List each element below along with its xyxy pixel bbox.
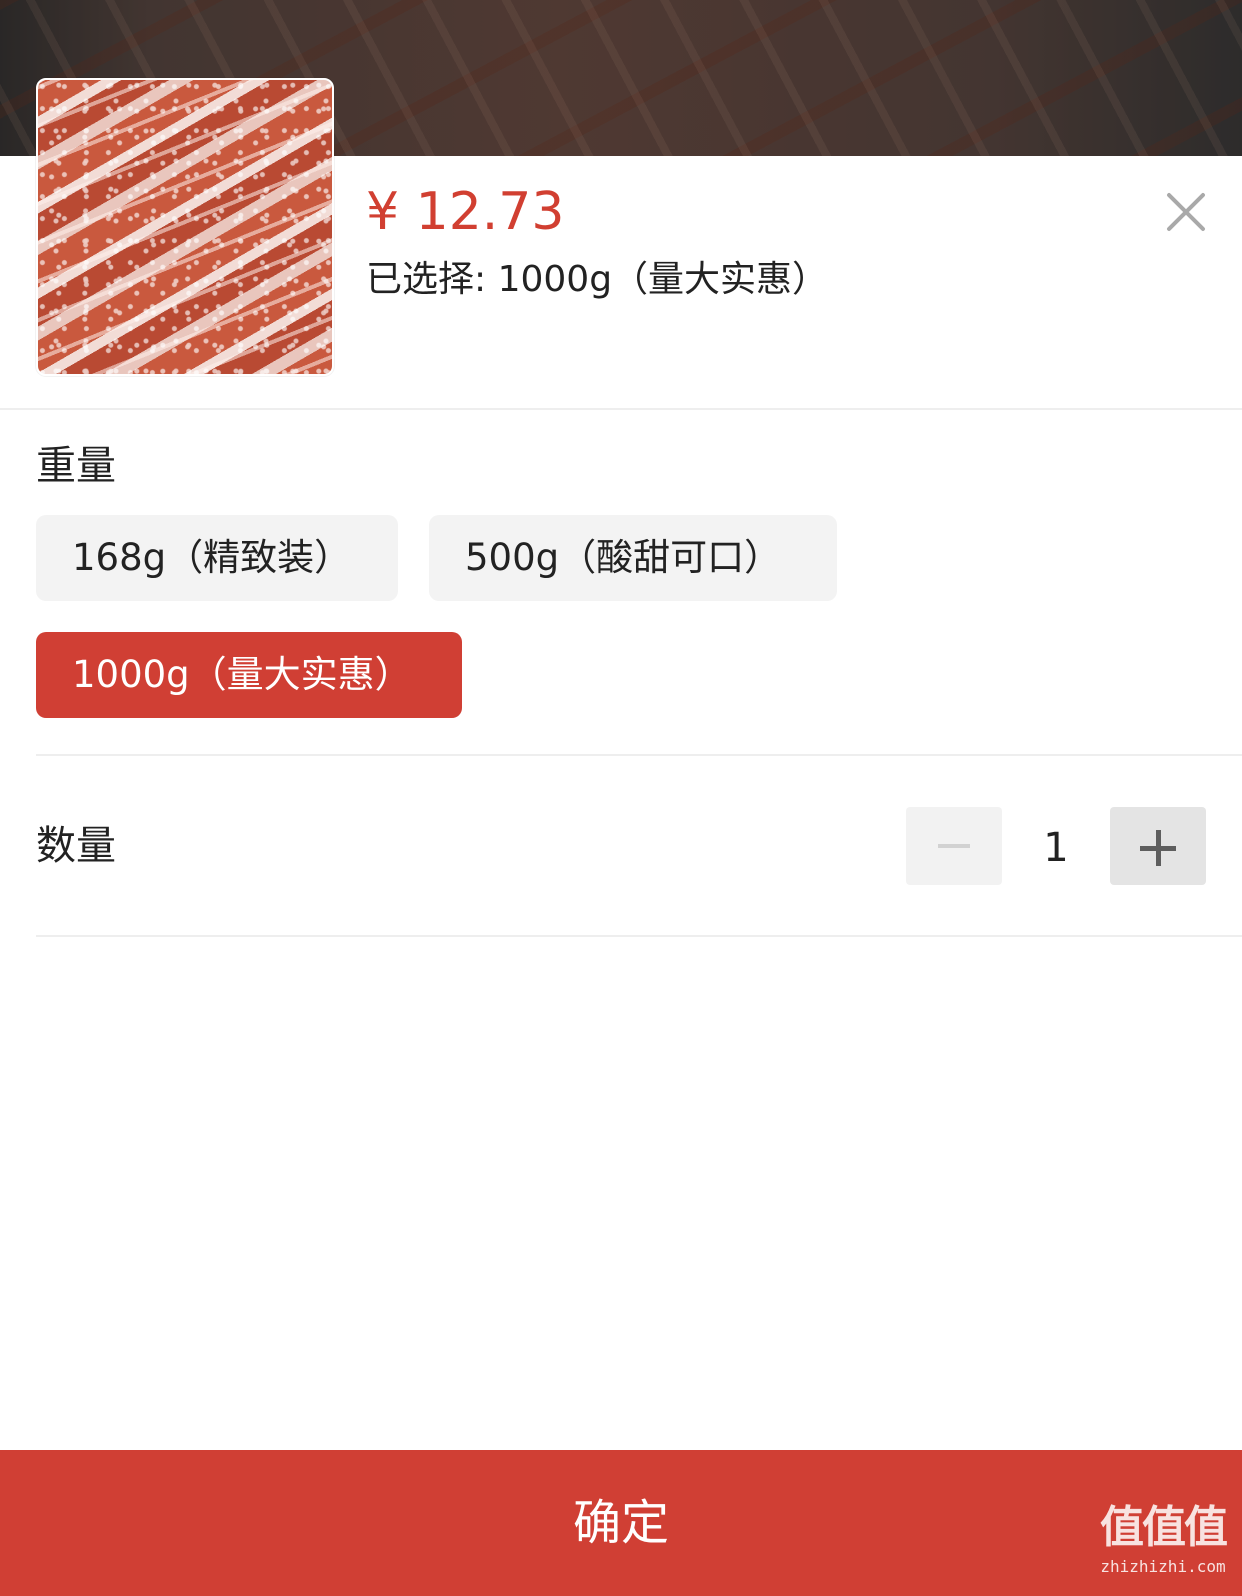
- thumbnail-texture: [38, 80, 332, 374]
- quantity-divider: [36, 935, 1242, 937]
- quantity-increase-button[interactable]: [1110, 807, 1206, 885]
- watermark-logo: 值值值: [1100, 1502, 1228, 1553]
- quantity-value[interactable]: 1: [1004, 824, 1108, 872]
- weight-option-168g[interactable]: 168g（精致装）: [36, 515, 398, 601]
- plus-icon: [1140, 830, 1176, 866]
- header-divider: [0, 408, 1242, 410]
- weight-option-500g[interactable]: 500g（酸甜可口）: [429, 515, 837, 601]
- weight-option-1000g[interactable]: 1000g（量大实惠）: [36, 632, 462, 718]
- watermark-url: zhizhizhi.com: [1100, 1557, 1226, 1576]
- selected-spec-text: 已选择: 1000g（量大实惠）: [366, 259, 829, 300]
- quantity-section-title: 数量: [36, 823, 116, 869]
- minus-icon: [938, 844, 970, 848]
- weight-divider: [36, 754, 1242, 756]
- product-thumbnail: [36, 78, 334, 376]
- confirm-button[interactable]: 确定: [0, 1450, 1242, 1596]
- watermark: 值值值 zhizhizhi.com: [1088, 1500, 1238, 1578]
- weight-section-title: 重量: [36, 443, 116, 489]
- product-price: ¥ 12.73: [366, 182, 565, 242]
- close-icon[interactable]: [1164, 190, 1208, 234]
- quantity-decrease-button[interactable]: [906, 807, 1002, 885]
